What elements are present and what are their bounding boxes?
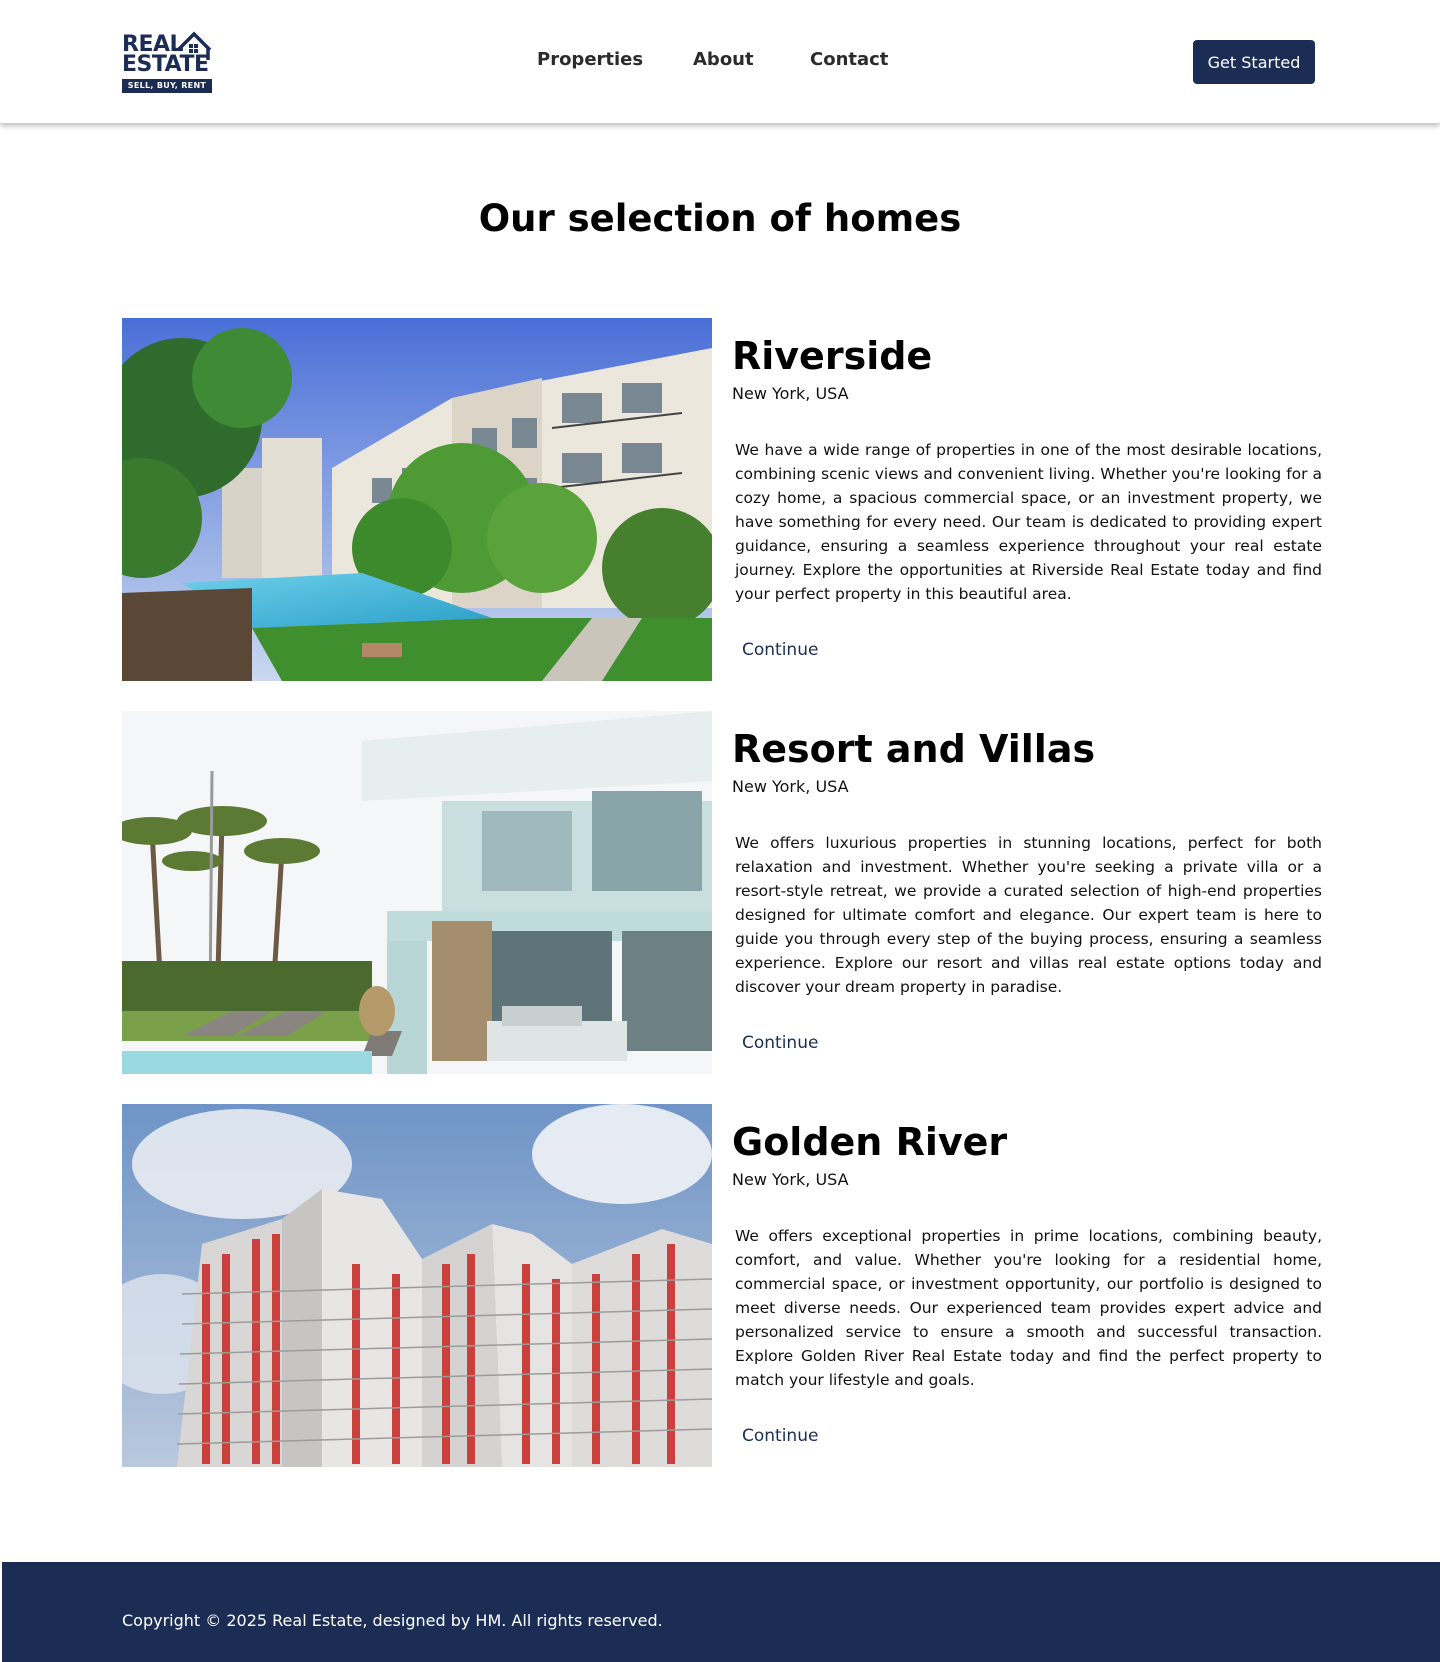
high-rise-tower-illustration <box>122 1104 712 1467</box>
property-image-resort-and-villas <box>122 711 712 1074</box>
continue-link[interactable]: Continue <box>742 1426 818 1446</box>
modern-villa-illustration <box>122 711 712 1074</box>
property-title: Golden River <box>732 1120 1008 1164</box>
nav-link-properties[interactable]: Properties <box>537 49 643 70</box>
property-description: We have a wide range of properties in on… <box>735 441 1322 603</box>
site-footer: Copyright © 2025 Real Estate, designed b… <box>2 1562 1440 1662</box>
continue-link[interactable]: Continue <box>742 1033 818 1053</box>
get-started-button[interactable]: Get Started <box>1193 40 1315 84</box>
page-title: Our selection of homes <box>478 197 962 240</box>
property-card-riverside: Riverside New York, USA We have a wide r… <box>122 318 1322 681</box>
property-description: We offers exceptional properties in prim… <box>735 1227 1322 1389</box>
property-title: Riverside <box>732 334 933 378</box>
property-title: Resort and Villas <box>732 727 1096 771</box>
nav-link-about[interactable]: About <box>693 49 754 70</box>
logo-tagline: SELL, BUY, RENT <box>122 79 212 93</box>
nav-link-contact[interactable]: Contact <box>810 49 888 70</box>
property-location: New York, USA <box>732 384 849 403</box>
property-location: New York, USA <box>732 1170 849 1189</box>
property-image-riverside <box>122 318 712 681</box>
copyright-text: Copyright © 2025 Real Estate, designed b… <box>122 1611 663 1630</box>
apartment-pool-illustration <box>122 318 712 681</box>
property-card-resort-and-villas: Resort and Villas New York, USA We offer… <box>122 711 1322 1074</box>
continue-link[interactable]: Continue <box>742 640 818 660</box>
property-card-golden-river: Golden River New York, USA We offers exc… <box>122 1104 1322 1467</box>
property-description: We offers luxurious properties in stunni… <box>735 834 1322 996</box>
property-image-golden-river <box>122 1104 712 1467</box>
site-header: REAL ESTATE SELL, BUY, RENT Properties A… <box>0 0 1440 123</box>
property-location: New York, USA <box>732 777 849 796</box>
